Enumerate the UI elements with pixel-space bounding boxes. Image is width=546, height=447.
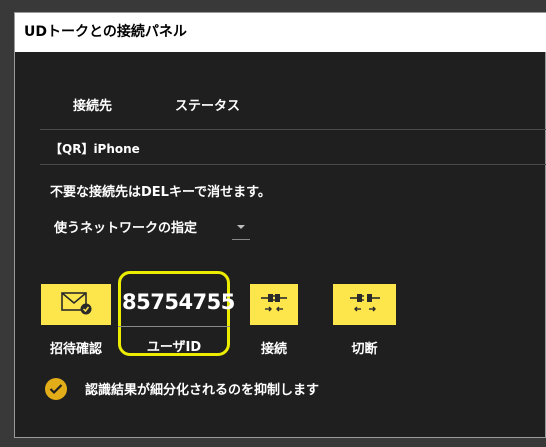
network-select-label: 使うネットワークの指定 (54, 221, 198, 236)
tab-connection-target[interactable]: 接続先 (73, 95, 112, 114)
tab-status[interactable]: ステータス (175, 95, 240, 114)
plug-disconnect-icon (348, 290, 382, 320)
connection-list-item[interactable]: 【QR】iPhone (50, 140, 140, 157)
connect-label: 接続 (260, 342, 287, 357)
delete-hint-text: 不要な接続先はDELキーで消せます。 (50, 185, 271, 200)
caret-down-icon (237, 225, 245, 229)
plug-connect-icon (259, 290, 289, 320)
divider (40, 164, 546, 165)
suppress-segmentation-checkbox[interactable] (45, 378, 67, 400)
invite-confirm-button[interactable] (41, 284, 111, 325)
divider (40, 129, 546, 130)
user-id-label: ユーザID (146, 340, 202, 355)
network-dropdown[interactable] (232, 219, 250, 240)
connection-panel-window: UDトークとの接続パネル 接続先 ステータス 【QR】iPhone 不要な接続先… (14, 12, 546, 438)
user-id-value: 85754755 (122, 290, 235, 314)
window-title: UDトークとの接続パネル (15, 13, 546, 52)
suppress-segmentation-label[interactable]: 認識結果が細分化されるのを抑制します (85, 379, 319, 398)
envelope-check-icon (59, 290, 93, 320)
user-id-separator (118, 326, 230, 327)
connect-button[interactable] (250, 284, 298, 325)
invite-confirm-label: 招待確認 (49, 342, 102, 357)
checkmark-icon (49, 380, 63, 399)
disconnect-button[interactable] (333, 284, 396, 325)
disconnect-label: 切断 (351, 342, 378, 357)
